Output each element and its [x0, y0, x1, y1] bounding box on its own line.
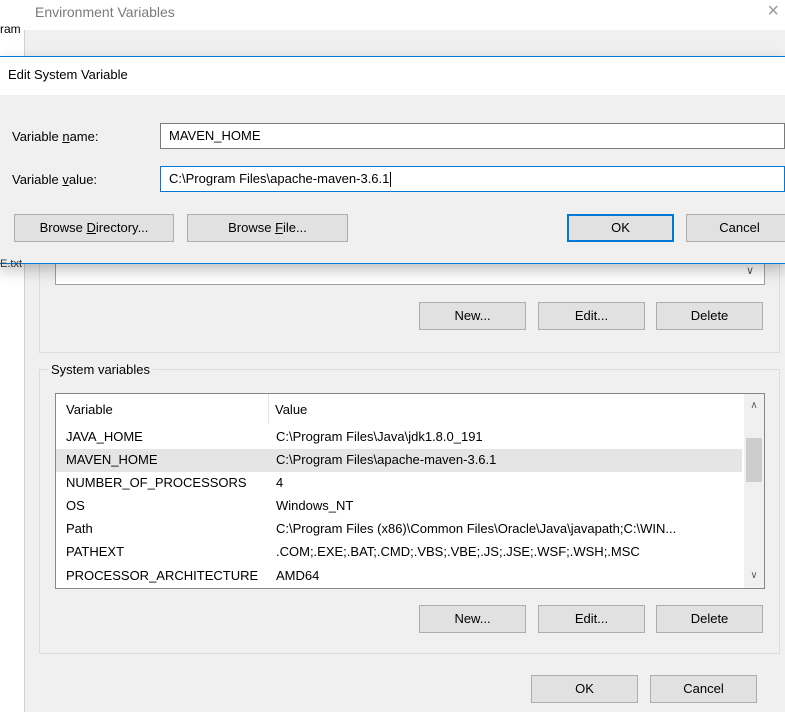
system-variables-table[interactable]: Variable Value JAVA_HOME C:\Program File… — [55, 393, 765, 589]
chevron-down-icon[interactable]: ∨ — [744, 566, 764, 586]
row-variable-name: JAVA_HOME — [66, 429, 143, 444]
variable-value-field[interactable]: C:\Program Files\apache-maven-3.6.1 — [160, 166, 785, 192]
system-edit-button[interactable]: Edit... — [538, 605, 645, 633]
close-icon[interactable]: × — [767, 0, 779, 23]
row-variable-value: Windows_NT — [276, 498, 354, 513]
row-variable-value: C:\Program Files (x86)\Common Files\Orac… — [276, 521, 677, 536]
env-cancel-button[interactable]: Cancel — [650, 675, 757, 703]
background-window-text: ram — [0, 22, 21, 36]
row-variable-name: NUMBER_OF_PROCESSORS — [66, 475, 247, 490]
edit-ok-button[interactable]: OK — [567, 214, 674, 242]
row-variable-name: OS — [66, 498, 85, 513]
table-header: Variable Value — [56, 394, 742, 424]
row-variable-name: PATHEXT — [66, 544, 125, 559]
table-row[interactable]: PROCESSOR_ARCHITECTURE AMD64 — [56, 565, 742, 588]
row-variable-value: 4 — [276, 475, 284, 490]
browse-directory-button[interactable]: Browse Directory... — [14, 214, 174, 242]
chevron-down-icon[interactable]: ∨ — [741, 262, 759, 280]
env-window-title: Environment Variables — [35, 4, 175, 20]
env-ok-button[interactable]: OK — [531, 675, 638, 703]
column-header-variable[interactable]: Variable — [66, 402, 113, 417]
system-variables-label: System variables — [48, 362, 153, 377]
row-variable-value: C:\Program Files\Java\jdk1.8.0_191 — [276, 429, 483, 444]
vertical-scrollbar[interactable]: ∧ ∨ — [744, 394, 764, 588]
table-row[interactable]: JAVA_HOME C:\Program Files\Java\jdk1.8.0… — [56, 426, 742, 449]
row-variable-name: Path — [66, 521, 93, 536]
edit-cancel-button[interactable]: Cancel — [686, 214, 785, 242]
chevron-up-icon[interactable]: ∧ — [744, 396, 764, 416]
user-delete-button[interactable]: Delete — [656, 302, 763, 330]
user-edit-button[interactable]: Edit... — [538, 302, 645, 330]
row-variable-name: PROCESSOR_ARCHITECTURE — [66, 568, 259, 583]
table-row[interactable]: PATHEXT .COM;.EXE;.BAT;.CMD;.VBS;.VBE;.J… — [56, 541, 742, 564]
column-divider[interactable] — [268, 394, 269, 424]
row-variable-value: AMD64 — [276, 568, 320, 583]
row-variable-value: .COM;.EXE;.BAT;.CMD;.VBS;.VBE;.JS;.JSE;.… — [276, 544, 640, 559]
table-row[interactable]: Path C:\Program Files (x86)\Common Files… — [56, 518, 742, 541]
table-row[interactable]: OS Windows_NT — [56, 495, 742, 518]
system-delete-button[interactable]: Delete — [656, 605, 763, 633]
column-header-value[interactable]: Value — [275, 402, 307, 417]
background-window-text: E.txt — [0, 258, 23, 270]
browse-file-button[interactable]: Browse File... — [187, 214, 348, 242]
row-variable-name: MAVEN_HOME — [66, 452, 158, 467]
variable-name-field[interactable]: MAVEN_HOME — [160, 123, 785, 149]
user-new-button[interactable]: New... — [419, 302, 526, 330]
row-variable-value: C:\Program Files\apache-maven-3.6.1 — [276, 452, 497, 467]
text-caret — [390, 172, 392, 188]
variable-name-label: Variable name: — [12, 129, 99, 144]
variable-value-label: Variable value: — [12, 172, 98, 187]
table-row-selected[interactable]: MAVEN_HOME C:\Program Files\apache-maven… — [56, 449, 742, 472]
scrollbar-thumb[interactable] — [746, 438, 762, 482]
table-row[interactable]: NUMBER_OF_PROCESSORS 4 — [56, 472, 742, 495]
system-new-button[interactable]: New... — [419, 605, 526, 633]
edit-dialog-title: Edit System Variable — [8, 67, 128, 82]
